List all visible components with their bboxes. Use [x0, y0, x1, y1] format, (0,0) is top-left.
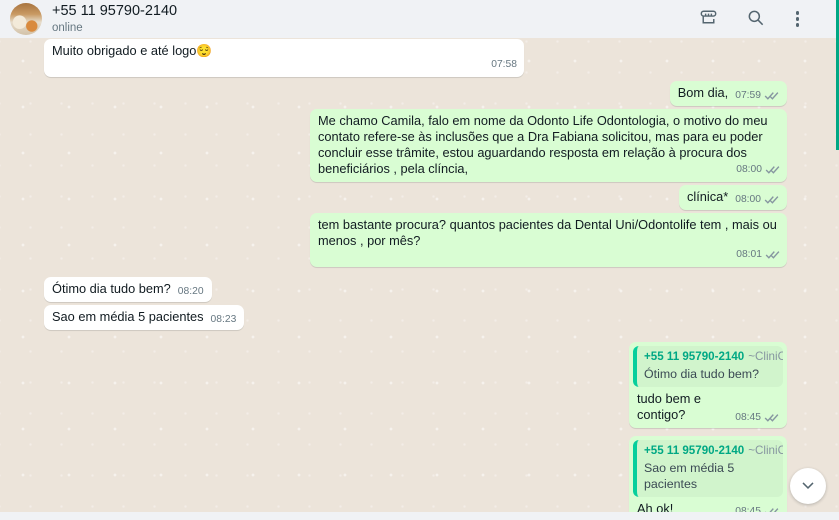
- chevron-down-icon: [798, 475, 818, 498]
- message-row: Ótimo dia tudo bem? 08:20: [44, 277, 787, 302]
- outgoing-message-bubble[interactable]: clínica* 08:00: [678, 185, 787, 210]
- chat-header: +55 11 95790-2140 online: [0, 0, 839, 38]
- delivered-ticks-icon: [765, 163, 780, 179]
- quoted-message[interactable]: +55 11 95790-2140~CliniCler Ótimo dia tu…: [633, 346, 783, 387]
- message-time: 08:20: [177, 286, 204, 297]
- message-row: Me chamo Camila, falo em nome da Odonto …: [44, 109, 787, 182]
- quote-author: +55 11 95790-2140: [644, 350, 745, 363]
- message-meta: 07:59: [735, 88, 779, 104]
- scroll-to-bottom-button[interactable]: [790, 468, 826, 504]
- outgoing-message-bubble[interactable]: +55 11 95790-2140~CliniCler Sao em média…: [629, 436, 787, 512]
- delivered-ticks-icon: [764, 411, 779, 427]
- delivered-ticks-icon: [764, 89, 779, 105]
- message-time: 08:23: [210, 314, 237, 325]
- contact-status: online: [52, 21, 83, 34]
- contact-header[interactable]: +55 11 95790-2140 online: [10, 3, 695, 35]
- header-actions: [695, 4, 819, 34]
- message-meta: 08:00: [736, 162, 780, 178]
- message-text: Ah ok!: [637, 501, 674, 512]
- message-row: Bom dia, 07:59: [44, 81, 787, 106]
- outgoing-message-bubble[interactable]: +55 11 95790-2140~CliniCler Ótimo dia tu…: [629, 342, 787, 428]
- incoming-message-bubble[interactable]: Ótimo dia tudo bem? 08:20: [44, 277, 212, 302]
- message-row: Muito obrigado e até logo😌 07:58: [44, 39, 787, 77]
- contact-avatar[interactable]: [10, 3, 42, 35]
- storefront-catalog-button[interactable]: [695, 4, 722, 34]
- menu-button[interactable]: [790, 9, 805, 28]
- message-text: Me chamo Camila, falo em nome da Odonto …: [318, 113, 768, 176]
- delivered-ticks-icon: [765, 248, 780, 264]
- message-row: tem bastante procura? quantos pacientes …: [44, 213, 787, 267]
- message-list: Muito obrigado e até logo😌 07:58 Bom dia…: [0, 38, 839, 512]
- quoted-message[interactable]: +55 11 95790-2140~CliniCler Sao em média…: [633, 440, 783, 497]
- message-row: +55 11 95790-2140~CliniCler Sao em média…: [44, 436, 787, 512]
- message-text: clínica*: [686, 189, 729, 204]
- message-meta: 08:45: [735, 504, 779, 512]
- message-row: clínica* 08:00: [44, 185, 787, 210]
- message-time: 07:58: [491, 59, 517, 70]
- outgoing-message-bubble[interactable]: tem bastante procura? quantos pacientes …: [310, 213, 787, 267]
- kebab-menu-icon: [795, 11, 799, 27]
- quote-author-suffix: ~CliniCler: [748, 350, 783, 363]
- message-meta: 08:00: [735, 192, 779, 208]
- message-time: 08:01: [736, 249, 762, 260]
- contact-meta: +55 11 95790-2140 online: [52, 2, 178, 35]
- message-row: Sao em média 5 pacientes 08:23: [44, 305, 787, 330]
- message-row: +55 11 95790-2140~CliniCler Ótimo dia tu…: [44, 342, 787, 428]
- message-text: Sao em média 5 pacientes: [52, 309, 204, 324]
- outgoing-message-bubble[interactable]: Me chamo Camila, falo em nome da Odonto …: [310, 109, 787, 182]
- message-time: 08:00: [735, 194, 761, 205]
- outgoing-message-bubble[interactable]: Bom dia, 07:59: [669, 81, 787, 106]
- message-meta: 07:58: [491, 57, 517, 73]
- search-button[interactable]: [744, 6, 768, 33]
- message-text: tudo bem e contigo?: [637, 391, 702, 422]
- contact-name: +55 11 95790-2140: [52, 2, 178, 19]
- message-text: Bom dia,: [677, 85, 729, 100]
- message-time: 08:45: [735, 506, 761, 512]
- quote-text: Sao em média 5 pacientes: [644, 461, 735, 491]
- quote-author: +55 11 95790-2140: [644, 444, 745, 457]
- quote-header: +55 11 95790-2140~CliniCler: [644, 350, 783, 364]
- message-meta: 08:23: [211, 312, 237, 328]
- quote-header: +55 11 95790-2140~CliniCler: [644, 444, 783, 458]
- delivered-ticks-icon: [764, 505, 779, 512]
- incoming-message-bubble[interactable]: Muito obrigado e até logo😌 07:58: [44, 39, 524, 77]
- composer-bar-edge: [0, 512, 839, 520]
- whatsapp-chat-window: +55 11 95790-2140 online Muito obrigado …: [0, 0, 839, 520]
- quote-text: Ótimo dia tudo bem?: [644, 367, 760, 381]
- message-text: Muito obrigado e até logo😌: [52, 43, 213, 58]
- search-icon: [746, 8, 766, 31]
- message-meta: 08:01: [736, 247, 780, 263]
- message-text: tem bastante procura? quantos pacientes …: [318, 217, 777, 248]
- quote-author-suffix: ~CliniCler: [748, 444, 783, 457]
- message-meta: 08:45: [735, 410, 779, 426]
- message-text: Ótimo dia tudo bem?: [52, 281, 171, 296]
- message-time: 08:45: [735, 412, 761, 423]
- delivered-ticks-icon: [764, 193, 779, 209]
- message-time: 08:00: [736, 164, 762, 175]
- message-time: 07:59: [735, 90, 761, 101]
- message-meta: 08:20: [178, 284, 204, 300]
- incoming-message-bubble[interactable]: Sao em média 5 pacientes 08:23: [44, 305, 245, 330]
- storefront-icon: [697, 6, 720, 32]
